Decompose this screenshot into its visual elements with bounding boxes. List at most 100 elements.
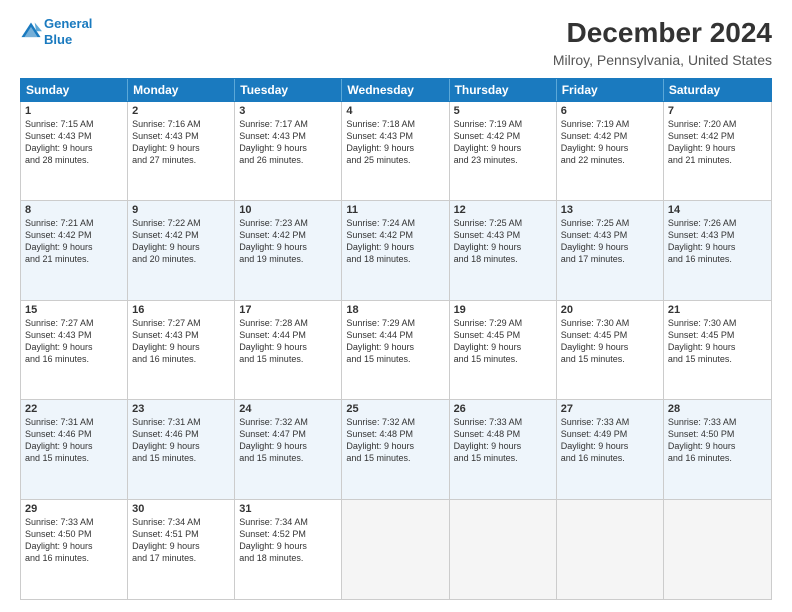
cal-cell: 13Sunrise: 7:25 AM Sunset: 4:43 PM Dayli… bbox=[557, 201, 664, 299]
cal-cell: 26Sunrise: 7:33 AM Sunset: 4:48 PM Dayli… bbox=[450, 400, 557, 498]
day-number: 27 bbox=[561, 403, 659, 415]
day-number: 11 bbox=[346, 204, 444, 216]
cal-cell: 7Sunrise: 7:20 AM Sunset: 4:42 PM Daylig… bbox=[664, 102, 771, 200]
day-number: 21 bbox=[668, 304, 767, 316]
cell-info: Sunrise: 7:26 AM Sunset: 4:43 PM Dayligh… bbox=[668, 217, 767, 266]
cal-cell: 6Sunrise: 7:19 AM Sunset: 4:42 PM Daylig… bbox=[557, 102, 664, 200]
day-number: 5 bbox=[454, 105, 552, 117]
cal-cell bbox=[342, 500, 449, 599]
cell-info: Sunrise: 7:17 AM Sunset: 4:43 PM Dayligh… bbox=[239, 118, 337, 167]
cal-row: 22Sunrise: 7:31 AM Sunset: 4:46 PM Dayli… bbox=[21, 400, 771, 499]
cal-cell: 17Sunrise: 7:28 AM Sunset: 4:44 PM Dayli… bbox=[235, 301, 342, 399]
cell-info: Sunrise: 7:22 AM Sunset: 4:42 PM Dayligh… bbox=[132, 217, 230, 266]
cell-info: Sunrise: 7:30 AM Sunset: 4:45 PM Dayligh… bbox=[561, 317, 659, 366]
day-number: 24 bbox=[239, 403, 337, 415]
cal-cell: 10Sunrise: 7:23 AM Sunset: 4:42 PM Dayli… bbox=[235, 201, 342, 299]
cell-info: Sunrise: 7:21 AM Sunset: 4:42 PM Dayligh… bbox=[25, 217, 123, 266]
logo-blue: Blue bbox=[44, 32, 72, 47]
day-number: 7 bbox=[668, 105, 767, 117]
page: General Blue December 2024 Milroy, Penns… bbox=[0, 0, 792, 612]
cell-info: Sunrise: 7:19 AM Sunset: 4:42 PM Dayligh… bbox=[454, 118, 552, 167]
cal-cell: 27Sunrise: 7:33 AM Sunset: 4:49 PM Dayli… bbox=[557, 400, 664, 498]
day-number: 28 bbox=[668, 403, 767, 415]
day-number: 29 bbox=[25, 503, 123, 515]
day-number: 3 bbox=[239, 105, 337, 117]
header-day-monday: Monday bbox=[128, 79, 235, 101]
day-number: 14 bbox=[668, 204, 767, 216]
day-number: 8 bbox=[25, 204, 123, 216]
calendar-header: SundayMondayTuesdayWednesdayThursdayFrid… bbox=[20, 78, 772, 102]
cell-info: Sunrise: 7:32 AM Sunset: 4:47 PM Dayligh… bbox=[239, 416, 337, 465]
cal-cell: 12Sunrise: 7:25 AM Sunset: 4:43 PM Dayli… bbox=[450, 201, 557, 299]
cal-cell: 29Sunrise: 7:33 AM Sunset: 4:50 PM Dayli… bbox=[21, 500, 128, 599]
header-day-friday: Friday bbox=[557, 79, 664, 101]
title-block: December 2024 Milroy, Pennsylvania, Unit… bbox=[553, 16, 772, 68]
cell-info: Sunrise: 7:27 AM Sunset: 4:43 PM Dayligh… bbox=[25, 317, 123, 366]
cal-cell: 1Sunrise: 7:15 AM Sunset: 4:43 PM Daylig… bbox=[21, 102, 128, 200]
cell-info: Sunrise: 7:27 AM Sunset: 4:43 PM Dayligh… bbox=[132, 317, 230, 366]
cell-info: Sunrise: 7:33 AM Sunset: 4:50 PM Dayligh… bbox=[25, 516, 123, 565]
cell-info: Sunrise: 7:29 AM Sunset: 4:44 PM Dayligh… bbox=[346, 317, 444, 366]
cal-cell: 25Sunrise: 7:32 AM Sunset: 4:48 PM Dayli… bbox=[342, 400, 449, 498]
day-number: 25 bbox=[346, 403, 444, 415]
cal-cell: 2Sunrise: 7:16 AM Sunset: 4:43 PM Daylig… bbox=[128, 102, 235, 200]
header-day-wednesday: Wednesday bbox=[342, 79, 449, 101]
day-number: 12 bbox=[454, 204, 552, 216]
cell-info: Sunrise: 7:29 AM Sunset: 4:45 PM Dayligh… bbox=[454, 317, 552, 366]
cal-cell: 31Sunrise: 7:34 AM Sunset: 4:52 PM Dayli… bbox=[235, 500, 342, 599]
cell-info: Sunrise: 7:25 AM Sunset: 4:43 PM Dayligh… bbox=[454, 217, 552, 266]
day-number: 9 bbox=[132, 204, 230, 216]
cell-info: Sunrise: 7:33 AM Sunset: 4:49 PM Dayligh… bbox=[561, 416, 659, 465]
day-number: 2 bbox=[132, 105, 230, 117]
cell-info: Sunrise: 7:16 AM Sunset: 4:43 PM Dayligh… bbox=[132, 118, 230, 167]
day-number: 19 bbox=[454, 304, 552, 316]
day-number: 16 bbox=[132, 304, 230, 316]
cell-info: Sunrise: 7:34 AM Sunset: 4:52 PM Dayligh… bbox=[239, 516, 337, 565]
main-title: December 2024 bbox=[553, 16, 772, 50]
subtitle: Milroy, Pennsylvania, United States bbox=[553, 52, 772, 68]
header: General Blue December 2024 Milroy, Penns… bbox=[20, 16, 772, 68]
cell-info: Sunrise: 7:24 AM Sunset: 4:42 PM Dayligh… bbox=[346, 217, 444, 266]
day-number: 15 bbox=[25, 304, 123, 316]
day-number: 18 bbox=[346, 304, 444, 316]
cal-cell: 4Sunrise: 7:18 AM Sunset: 4:43 PM Daylig… bbox=[342, 102, 449, 200]
cal-cell: 28Sunrise: 7:33 AM Sunset: 4:50 PM Dayli… bbox=[664, 400, 771, 498]
header-day-thursday: Thursday bbox=[450, 79, 557, 101]
day-number: 6 bbox=[561, 105, 659, 117]
cell-info: Sunrise: 7:30 AM Sunset: 4:45 PM Dayligh… bbox=[668, 317, 767, 366]
cal-cell: 18Sunrise: 7:29 AM Sunset: 4:44 PM Dayli… bbox=[342, 301, 449, 399]
logo: General Blue bbox=[20, 16, 92, 47]
cell-info: Sunrise: 7:18 AM Sunset: 4:43 PM Dayligh… bbox=[346, 118, 444, 167]
logo-general: General bbox=[44, 16, 92, 31]
calendar-body: 1Sunrise: 7:15 AM Sunset: 4:43 PM Daylig… bbox=[20, 102, 772, 600]
cal-cell: 20Sunrise: 7:30 AM Sunset: 4:45 PM Dayli… bbox=[557, 301, 664, 399]
cell-info: Sunrise: 7:25 AM Sunset: 4:43 PM Dayligh… bbox=[561, 217, 659, 266]
cal-cell: 21Sunrise: 7:30 AM Sunset: 4:45 PM Dayli… bbox=[664, 301, 771, 399]
day-number: 10 bbox=[239, 204, 337, 216]
cal-cell bbox=[450, 500, 557, 599]
day-number: 1 bbox=[25, 105, 123, 117]
logo-text: General Blue bbox=[44, 16, 92, 47]
logo-icon bbox=[20, 21, 42, 43]
day-number: 13 bbox=[561, 204, 659, 216]
cal-cell bbox=[664, 500, 771, 599]
cal-cell: 23Sunrise: 7:31 AM Sunset: 4:46 PM Dayli… bbox=[128, 400, 235, 498]
day-number: 26 bbox=[454, 403, 552, 415]
cal-cell: 22Sunrise: 7:31 AM Sunset: 4:46 PM Dayli… bbox=[21, 400, 128, 498]
calendar: SundayMondayTuesdayWednesdayThursdayFrid… bbox=[20, 78, 772, 600]
day-number: 30 bbox=[132, 503, 230, 515]
cal-cell: 3Sunrise: 7:17 AM Sunset: 4:43 PM Daylig… bbox=[235, 102, 342, 200]
cell-info: Sunrise: 7:28 AM Sunset: 4:44 PM Dayligh… bbox=[239, 317, 337, 366]
cal-row: 8Sunrise: 7:21 AM Sunset: 4:42 PM Daylig… bbox=[21, 201, 771, 300]
cal-row: 1Sunrise: 7:15 AM Sunset: 4:43 PM Daylig… bbox=[21, 102, 771, 201]
day-number: 22 bbox=[25, 403, 123, 415]
day-number: 4 bbox=[346, 105, 444, 117]
header-day-sunday: Sunday bbox=[21, 79, 128, 101]
header-day-tuesday: Tuesday bbox=[235, 79, 342, 101]
cal-cell: 16Sunrise: 7:27 AM Sunset: 4:43 PM Dayli… bbox=[128, 301, 235, 399]
day-number: 23 bbox=[132, 403, 230, 415]
cal-row: 29Sunrise: 7:33 AM Sunset: 4:50 PM Dayli… bbox=[21, 500, 771, 599]
cell-info: Sunrise: 7:33 AM Sunset: 4:50 PM Dayligh… bbox=[668, 416, 767, 465]
cell-info: Sunrise: 7:33 AM Sunset: 4:48 PM Dayligh… bbox=[454, 416, 552, 465]
cal-cell bbox=[557, 500, 664, 599]
